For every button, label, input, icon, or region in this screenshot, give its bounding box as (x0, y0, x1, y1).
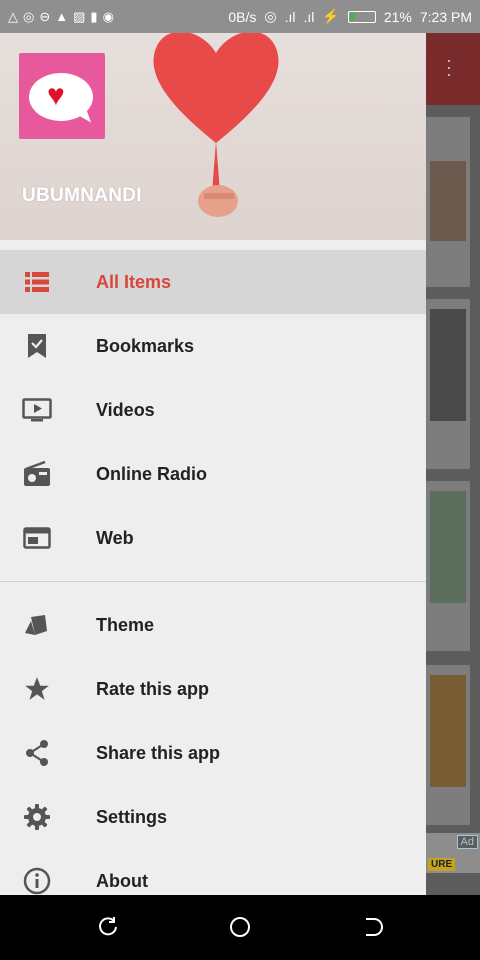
status-bar: △ ◎ ⊖ ▲ ▨ ▮ ◉ 0B/s ◎ .ıl .ıl ⚡ 21% 7:23 … (0, 0, 480, 33)
ad-snippet: URE (428, 858, 456, 871)
menu-item-label: All Items (96, 271, 172, 292)
web-icon (22, 523, 52, 553)
menu-item-online-radio[interactable]: Online Radio (0, 442, 426, 506)
star-icon (22, 674, 52, 704)
alert-icon: ▲ (55, 9, 69, 24)
more-icon: · · · (446, 50, 452, 84)
background-card (426, 117, 470, 287)
menu-item-label: Bookmarks (96, 335, 195, 356)
signal-icon: .ıl (284, 8, 296, 25)
list-icon (22, 267, 52, 297)
clock: 7:23 PM (419, 8, 472, 25)
net-speed: 0B/s (228, 8, 257, 25)
heart-balloon-illustration (153, 33, 279, 217)
radio-icon (22, 459, 52, 489)
menu-item-rate-this-app[interactable]: Rate this app (0, 657, 426, 721)
notification-icons: △ ◎ ⊖ ▲ ▨ ▮ ◉ (8, 9, 114, 25)
recents-button[interactable] (96, 915, 120, 939)
menu-item-label: Web (96, 527, 134, 548)
background-card (426, 481, 470, 651)
signal-2-icon: .ıl (303, 8, 315, 25)
minus-circle-icon: ⊖ (39, 8, 51, 24)
menu-item-label: Videos (96, 399, 155, 420)
background-app: · · · Ad URE (426, 33, 480, 895)
system-nav-bar (0, 895, 480, 960)
heart-icon: ♥ (47, 79, 65, 112)
menu-item-label: Rate this app (96, 678, 210, 699)
background-card (426, 665, 470, 825)
drawer-header: ♥ UBUMNANDI (0, 33, 426, 240)
warning-icon: △ (8, 8, 18, 24)
info-icon (22, 866, 52, 895)
menu-item-settings[interactable]: Settings (0, 785, 426, 849)
share-icon (22, 738, 52, 768)
battery-level: 21% (383, 8, 412, 25)
background-toolbar: · · · (426, 33, 480, 105)
menu-item-web[interactable]: Web (0, 506, 426, 570)
whatsapp-icon: ◎ (23, 8, 35, 24)
menu-item-bookmarks[interactable]: Bookmarks (0, 314, 426, 378)
theme-icon (22, 610, 52, 640)
menu-item-share-this-app[interactable]: Share this app (0, 721, 426, 785)
drawer-title: UBUMNANDI (22, 185, 142, 206)
bookmark-icon (22, 331, 52, 361)
menu-item-label: About (96, 870, 148, 891)
menu-item-theme[interactable]: Theme (0, 593, 426, 657)
back-button[interactable] (360, 915, 384, 939)
battery-icon (347, 10, 376, 23)
menu-item-label: Online Radio (96, 463, 208, 484)
menu-item-label: Theme (96, 614, 155, 635)
menu-item-videos[interactable]: Videos (0, 378, 426, 442)
charging-icon: ⚡ (322, 8, 340, 24)
menu-item-about[interactable]: About (0, 849, 426, 895)
background-ad: Ad URE (426, 833, 480, 873)
ad-label: Ad (456, 835, 478, 849)
video-icon (22, 395, 52, 425)
gear-icon (22, 802, 52, 832)
record-icon: ◉ (102, 8, 114, 24)
background-card (426, 299, 470, 469)
app-logo: ♥ (19, 53, 105, 139)
menu-divider (0, 581, 426, 582)
menu-item-label: Share this app (96, 742, 221, 763)
sim-icon: ▮ (90, 8, 98, 24)
navigation-drawer: ♥ UBUMNANDI All Items Bookmarks Videos O… (0, 33, 426, 895)
menu-item-all-items[interactable]: All Items (0, 250, 426, 314)
menu-item-label: Settings (96, 806, 168, 827)
drawer-menu: All Items Bookmarks Videos Online Radio … (0, 250, 426, 895)
gallery-icon: ▨ (73, 8, 86, 24)
hotspot-icon: ◎ (264, 8, 277, 24)
home-button[interactable] (228, 915, 252, 939)
